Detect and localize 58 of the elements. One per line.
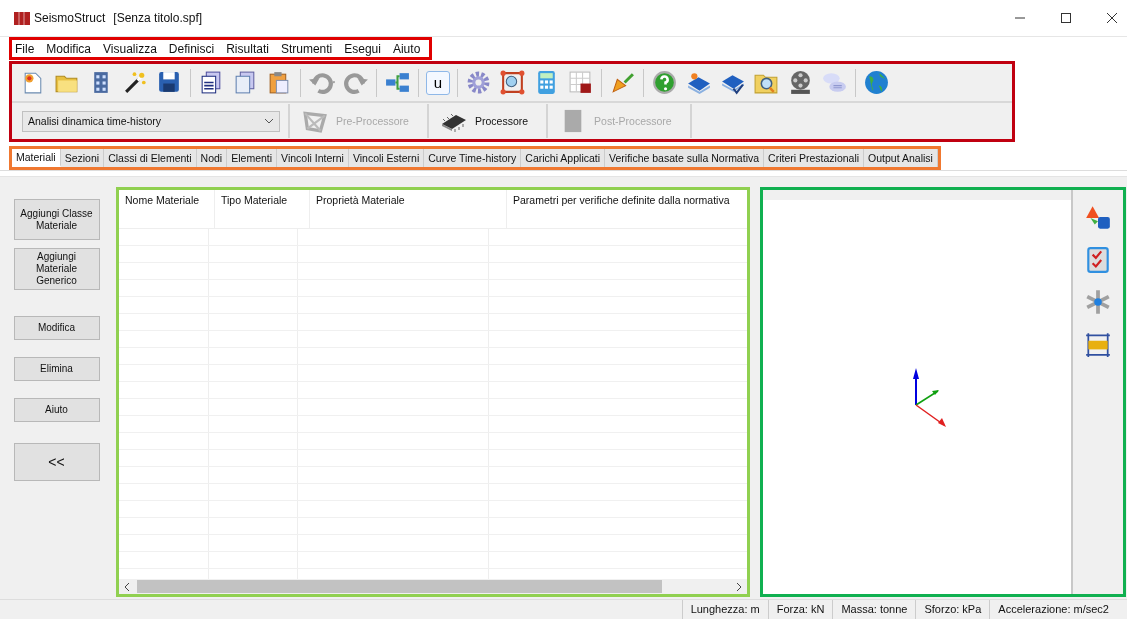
side-button[interactable]: Elimina: [13, 357, 100, 381]
magic-wand-icon[interactable]: [122, 69, 149, 96]
tab[interactable]: Output Analisi: [864, 149, 938, 167]
tab[interactable]: Sezioni: [60, 149, 105, 167]
menu-item[interactable]: Definisci: [162, 41, 221, 56]
tab[interactable]: Vincoli Interni: [277, 149, 349, 167]
side-button[interactable]: Modifica: [13, 316, 100, 340]
status-field: Massa: tonne: [832, 600, 916, 619]
checklist-icon[interactable]: [1084, 246, 1112, 274]
help-icon[interactable]: [651, 69, 678, 96]
column-header[interactable]: Proprietà Materiale: [316, 194, 405, 206]
side-button[interactable]: <<: [13, 443, 100, 481]
window-title: SeismoStruct: [34, 11, 106, 25]
status-field: Sforzo: kPa: [915, 600, 990, 619]
column-header[interactable]: Tipo Materiale: [221, 194, 288, 206]
menu-item[interactable]: Strumenti: [274, 41, 339, 56]
maximize-icon[interactable]: [1061, 13, 1071, 23]
side-button[interactable]: Aggiungi Materiale Generico: [13, 248, 100, 290]
tab[interactable]: Classi di Elementi: [104, 149, 197, 167]
scroll-left-icon[interactable]: [123, 581, 131, 592]
globe-icon[interactable]: [863, 69, 890, 96]
tab[interactable]: Curve Time-history: [424, 149, 522, 167]
frame-icon: [300, 109, 330, 133]
status-field: Accelerazione: m/sec2: [989, 600, 1117, 619]
side-button[interactable]: Aggiungi Classe Materiale: [13, 199, 100, 240]
grid-table-icon[interactable]: [567, 69, 594, 96]
menu-item[interactable]: File: [15, 41, 41, 56]
column-header[interactable]: Parametri per verifiche definite dalla normativa: [513, 194, 730, 206]
tab[interactable]: Materiali: [12, 149, 61, 167]
menu-item[interactable]: Modifica: [40, 41, 98, 56]
app-logo-icon: [14, 11, 30, 25]
menu-item[interactable]: Aiuto: [386, 41, 427, 56]
analysis-dropdown[interactable]: Analisi dinamica time-history: [22, 110, 280, 132]
module-button[interactable]: Processore: [428, 106, 539, 136]
tab[interactable]: Nodi: [196, 149, 228, 167]
menu-item[interactable]: Visualizza: [97, 41, 163, 56]
caret-icon[interactable]: [264, 118, 274, 124]
tab[interactable]: Carichi Applicati: [521, 149, 606, 167]
tab[interactable]: Vincoli Esterni: [348, 149, 425, 167]
frame-search-icon[interactable]: [499, 69, 526, 96]
scroll-right-icon[interactable]: [735, 581, 743, 592]
shapes-icon[interactable]: [1084, 204, 1112, 232]
menu-item[interactable]: Risultati: [220, 41, 275, 56]
gear-icon[interactable]: [465, 69, 492, 96]
column-header[interactable]: Nome Materiale: [125, 194, 200, 206]
tab[interactable]: Verifiche basate sulla Normativa: [605, 149, 765, 167]
status-field: Forza: kN: [767, 600, 833, 619]
toolbar-button[interactable]: u: [426, 70, 450, 95]
close-icon[interactable]: [1107, 13, 1117, 23]
menu-item[interactable]: Esegui: [338, 41, 387, 56]
status-field: Lunghezza: m: [681, 600, 768, 619]
beam-icon[interactable]: [1084, 330, 1112, 358]
side-button[interactable]: Aiuto: [13, 398, 100, 422]
document-title: [Senza titolo.spf]: [113, 11, 203, 25]
tab[interactable]: Criteri Prestazionali: [764, 149, 865, 167]
tab[interactable]: Elementi: [227, 149, 278, 167]
horizontal-scrollbar[interactable]: [119, 579, 747, 594]
joint-icon[interactable]: [1084, 288, 1112, 316]
